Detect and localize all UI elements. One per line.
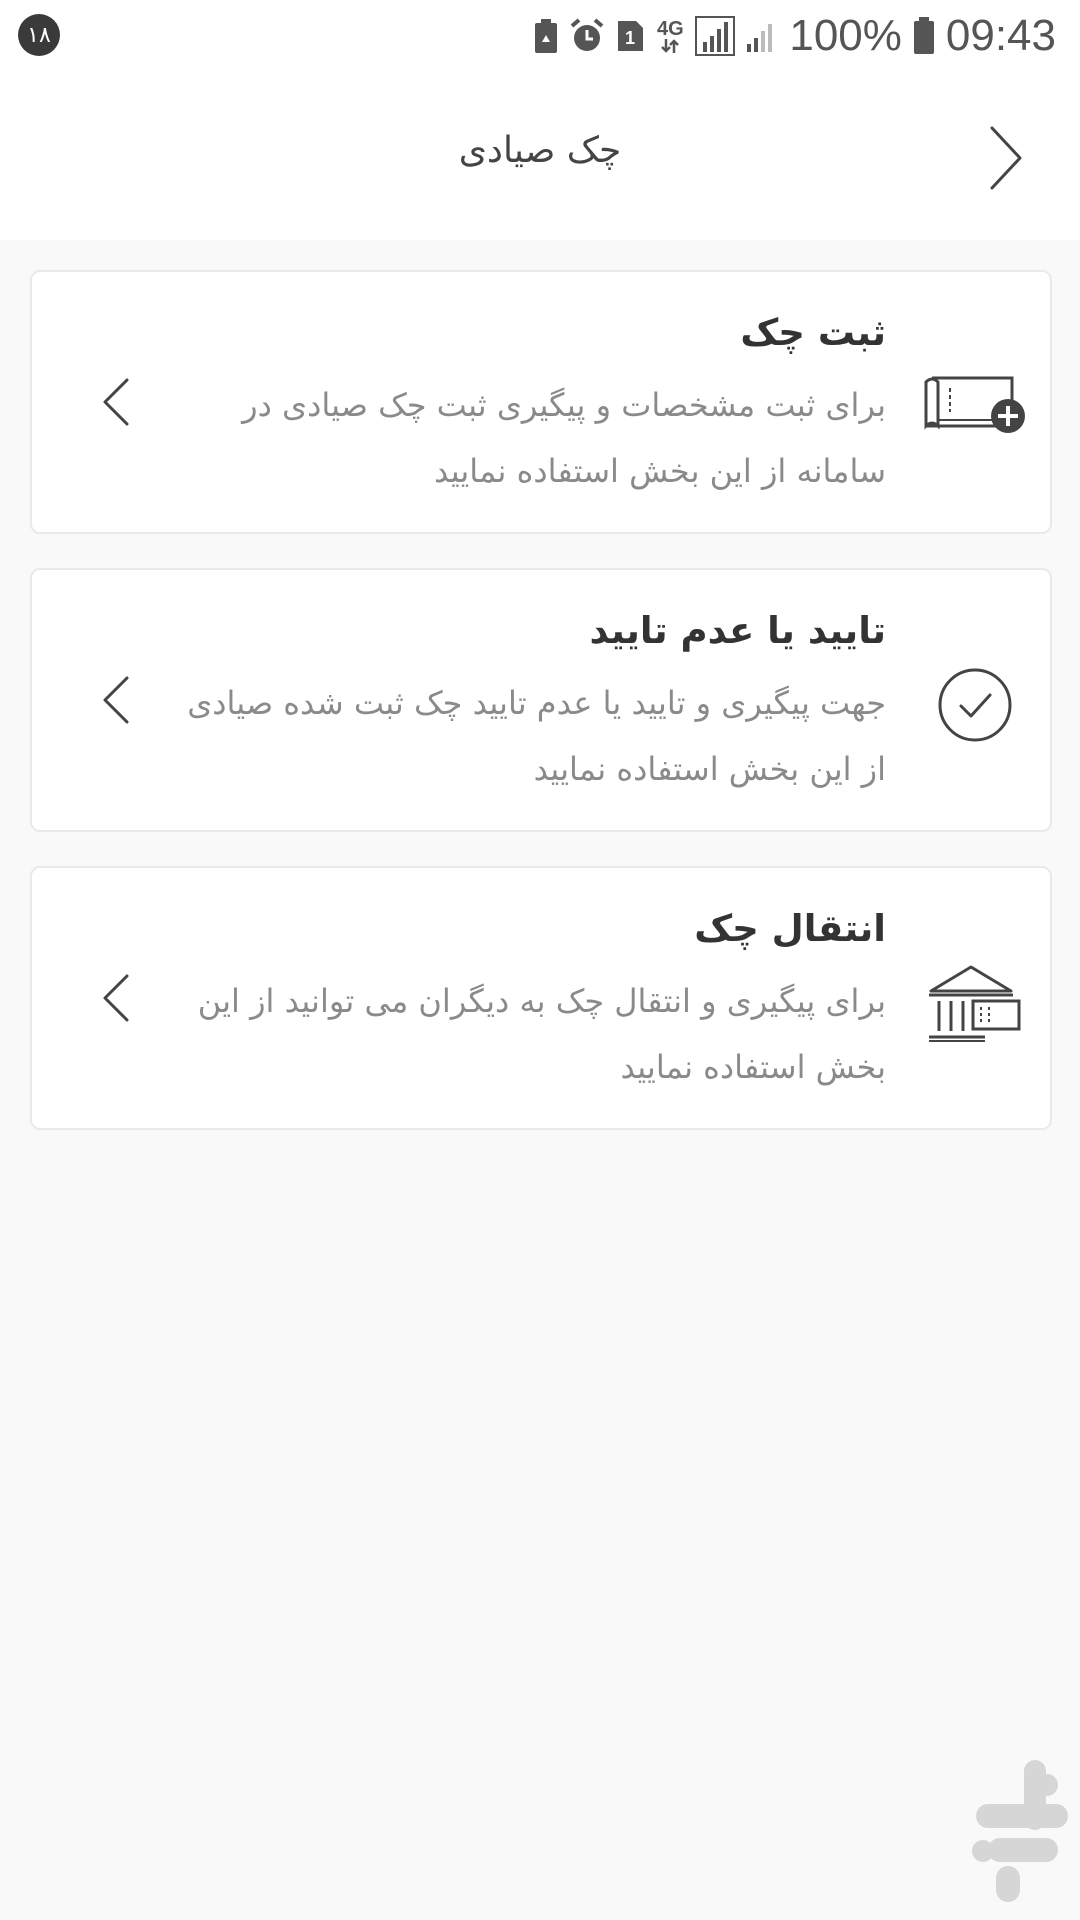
chevron-left-icon [92,372,142,432]
battery-saver-icon [533,18,559,54]
status-icons: 1 4G 100% 09:43 [533,12,1056,60]
clock-time: 09:43 [945,11,1056,60]
chevron-left-icon [92,968,142,1028]
card-description: جهت پیگیری و تایید یا عدم تایید چک ثبت ش… [187,684,886,788]
battery-percentage: 100% [789,11,902,60]
card-description: برای ثبت مشخصات و پیگیری ثبت چک صیادی در… [242,386,886,490]
card-text: انتقال چک برای پیگیری و انتقال چک به دیگ… [186,904,886,1100]
card-text: تایید یا عدم تایید جهت پیگیری و تایید یا… [186,606,886,802]
card-approve-check[interactable]: تایید یا عدم تایید جهت پیگیری و تایید یا… [30,568,1052,832]
battery-icon [912,16,936,56]
back-button[interactable] [970,122,1040,192]
page-title: چک صیادی [458,130,622,171]
app-header: چک صیادی [0,72,1080,240]
card-title: تایید یا عدم تایید [589,609,886,652]
network-type-label: 4G [657,18,684,40]
bank-check-icon [920,958,1030,1048]
sim-icon: 1 [615,19,645,53]
signal-strength-2-icon [745,16,779,56]
card-description: برای پیگیری و انتقال چک به دیگران می توا… [197,982,886,1086]
check-add-icon [920,362,1030,452]
chevron-left-icon [92,670,142,730]
data-arrows-icon [661,39,680,53]
chevron-right-icon [990,126,1022,190]
card-register-check[interactable]: ثبت چک برای ثبت مشخصات و پیگیری ثبت چک ص… [30,270,1052,534]
signal-strength-icon [695,16,736,56]
store-watermark-logo [966,1754,1076,1904]
sim-slot-number: 1 [625,28,635,48]
alarm-icon [569,18,605,54]
network-type-indicator: 4G [655,19,685,53]
status-bar: ۱۸ 1 4G 100% 09:43 [0,0,1080,72]
circle-check-icon [920,660,1030,750]
card-title: ثبت چک [740,311,886,354]
notification-count-badge: ۱۸ [18,14,60,56]
card-title: انتقال چک [694,907,886,950]
service-card-list: ثبت چک برای ثبت مشخصات و پیگیری ثبت چک ص… [30,270,1052,1164]
card-transfer-check[interactable]: انتقال چک برای پیگیری و انتقال چک به دیگ… [30,866,1052,1130]
card-text: ثبت چک برای ثبت مشخصات و پیگیری ثبت چک ص… [186,308,886,504]
